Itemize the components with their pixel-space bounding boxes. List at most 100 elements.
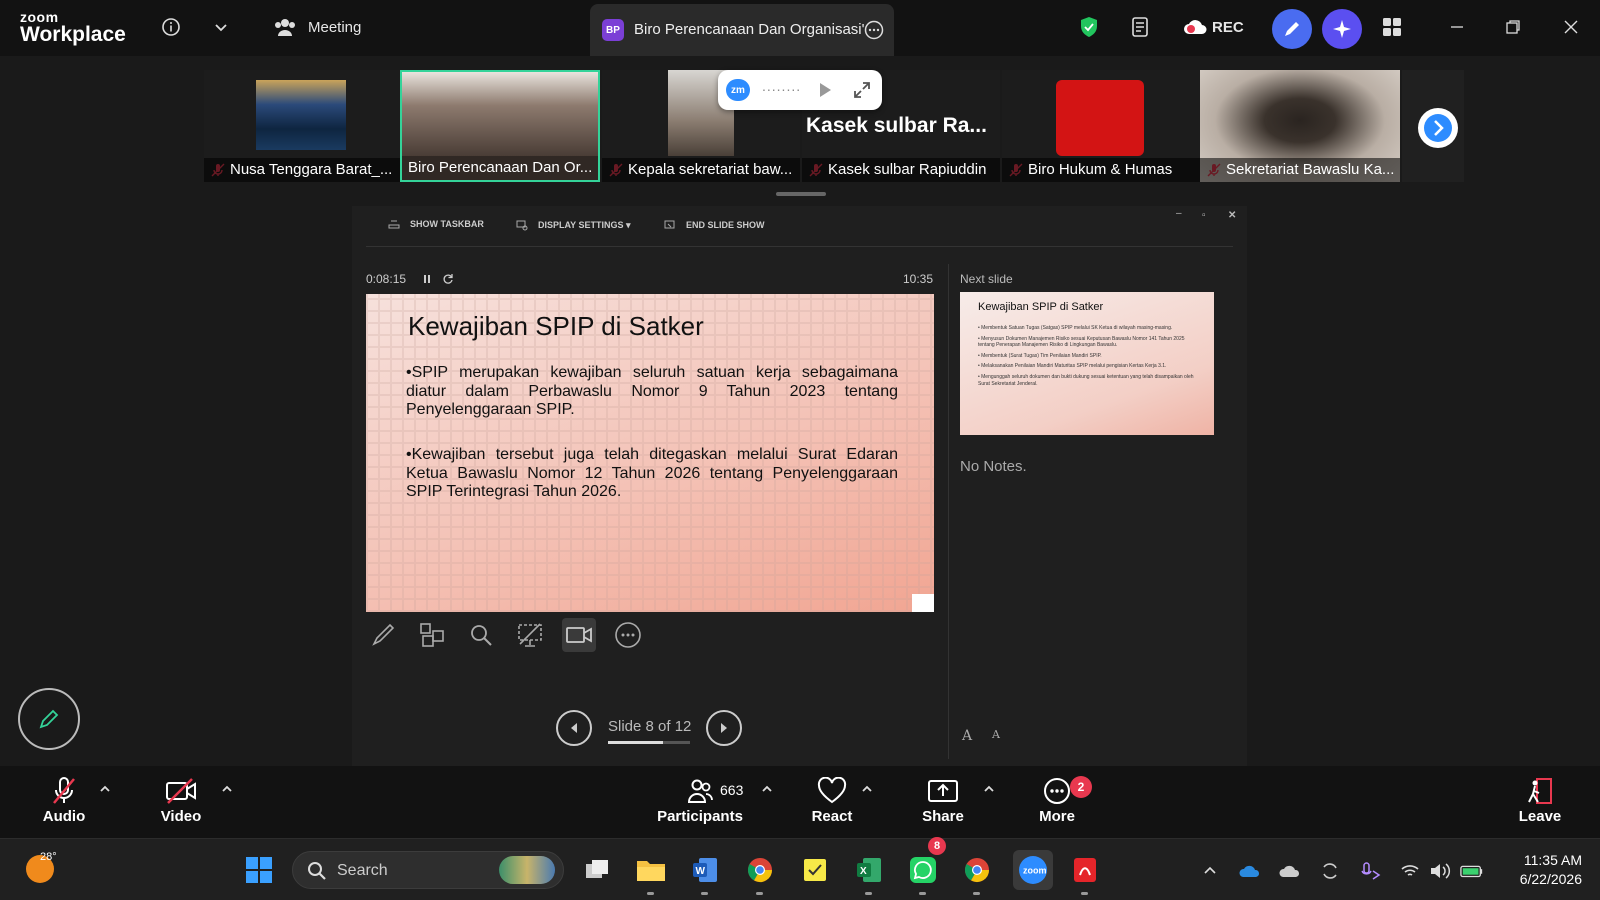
- share-screen-icon: [903, 774, 983, 808]
- sync-icon[interactable]: [1318, 859, 1342, 883]
- meeting-tab-label[interactable]: Meeting: [308, 19, 361, 36]
- chevron-down-icon[interactable]: [208, 14, 234, 40]
- pdf-reader-icon[interactable]: [1068, 853, 1102, 895]
- pause-icon[interactable]: [422, 274, 432, 284]
- rec-label[interactable]: REC: [1212, 19, 1244, 36]
- share-button[interactable]: Share: [903, 774, 983, 825]
- react-options-caret-icon[interactable]: [860, 782, 874, 796]
- zoom-magnifier-icon[interactable]: [464, 618, 498, 652]
- sticky-notes-icon[interactable]: [798, 853, 832, 887]
- participant-tile[interactable]: Sekretariat Bawaslu Ka...: [1200, 70, 1400, 182]
- participants-label: Participants: [657, 808, 743, 825]
- apps-grid-icon[interactable]: [1379, 14, 1405, 40]
- shared-screen-presenter-view: SHOW TASKBAR DISPLAY SETTINGS ▾ END SLID…: [352, 206, 1247, 766]
- notes-icon[interactable]: [1128, 14, 1154, 40]
- chrome-icon[interactable]: [743, 853, 777, 895]
- expand-icon[interactable]: [852, 80, 872, 100]
- participant-name: Biro Hukum & Humas: [1002, 158, 1200, 182]
- mic-in-use-icon[interactable]: [1358, 859, 1382, 883]
- participant-tile-active[interactable]: Biro Perencanaan Dan Or...: [400, 70, 600, 182]
- presenter-minimize-icon[interactable]: –: [1176, 208, 1182, 219]
- cloud-record-icon[interactable]: [1180, 14, 1210, 40]
- more-options-icon[interactable]: [611, 618, 645, 652]
- whatsapp-icon[interactable]: [906, 853, 940, 895]
- taskbar-search[interactable]: Search: [292, 851, 564, 889]
- video-options-caret-icon[interactable]: [220, 782, 234, 796]
- video-button[interactable]: Video: [141, 774, 221, 825]
- minimize-icon[interactable]: [1444, 14, 1470, 40]
- share-options-caret-icon[interactable]: [982, 782, 996, 796]
- play-icon[interactable]: [818, 82, 832, 98]
- decrease-font-button[interactable]: A: [992, 728, 1000, 741]
- presenter-close-icon[interactable]: ✕: [1228, 210, 1236, 221]
- filmstrip-next-button[interactable]: [1418, 108, 1458, 148]
- task-view-icon[interactable]: [580, 853, 614, 887]
- next-slide-title: Kewajiban SPIP di Satker: [978, 301, 1104, 313]
- increase-font-button[interactable]: A: [962, 728, 972, 744]
- close-icon[interactable]: [1558, 14, 1584, 40]
- word-icon[interactable]: W: [688, 853, 722, 895]
- shield-icon[interactable]: [1076, 14, 1102, 40]
- presenter-toolbar-divider: [366, 246, 1233, 247]
- participant-name: Sekretariat Bawaslu Ka...: [1200, 158, 1400, 182]
- filmstrip-resize-handle[interactable]: [776, 192, 826, 196]
- ai-companion-button[interactable]: [1322, 9, 1362, 49]
- speaker-notes: No Notes.: [960, 458, 1027, 475]
- battery-icon[interactable]: [1460, 859, 1484, 883]
- info-icon[interactable]: [158, 14, 184, 40]
- current-slide[interactable]: Kewajiban SPIP di Satker •SPIP merupakan…: [366, 294, 934, 612]
- svg-text:zoom: zoom: [1023, 866, 1047, 876]
- audio-options-caret-icon[interactable]: [98, 782, 112, 796]
- search-highlight-image: [499, 856, 555, 884]
- pencil-icon: [39, 709, 59, 729]
- sparkle-icon: [1333, 20, 1351, 38]
- presenter-tool-row: [366, 618, 645, 652]
- pen-tool-icon[interactable]: [366, 618, 400, 652]
- volume-icon[interactable]: [1428, 859, 1452, 883]
- zoom-app-icon[interactable]: zoom: [1013, 850, 1053, 890]
- meeting-people-icon[interactable]: [272, 14, 298, 40]
- show-hidden-icons-icon[interactable]: [1198, 859, 1222, 883]
- windows-start-icon[interactable]: [242, 853, 276, 887]
- system-clock[interactable]: 11:35 AM 6/22/2026: [1500, 851, 1582, 889]
- end-show-icon: [664, 220, 675, 229]
- chevron-right-icon: [721, 723, 727, 733]
- chrome-profile-icon[interactable]: [960, 853, 994, 895]
- leave-button[interactable]: Leave: [1500, 774, 1580, 825]
- audio-button[interactable]: Audio: [24, 774, 104, 825]
- restore-icon[interactable]: [1500, 14, 1526, 40]
- next-slide-button[interactable]: [706, 710, 742, 746]
- excel-icon[interactable]: X: [852, 853, 886, 895]
- share-label: Share: [922, 808, 964, 825]
- more-options-icon[interactable]: [864, 20, 884, 45]
- wifi-icon[interactable]: [1398, 859, 1422, 883]
- end-slide-show-button[interactable]: END SLIDE SHOW: [664, 219, 765, 231]
- see-all-slides-icon[interactable]: [415, 618, 449, 652]
- previous-slide-button[interactable]: [556, 710, 592, 746]
- show-taskbar-button[interactable]: SHOW TASKBAR: [388, 219, 484, 229]
- next-slide-item: • Mengunggah seluruh dokumen dan bukti d…: [978, 373, 1194, 387]
- file-explorer-icon[interactable]: [634, 853, 668, 895]
- cloud-sync-icon[interactable]: [1278, 859, 1302, 883]
- camera-toggle-icon[interactable]: [562, 618, 596, 652]
- audio-label: Audio: [42, 808, 86, 825]
- annotation-pen-button[interactable]: [18, 688, 80, 750]
- next-slide-preview[interactable]: Kewajiban SPIP di Satker • Membentuk Sat…: [960, 292, 1214, 435]
- next-slide-list: • Membentuk Satuan Tugas (Satgas) SPIP m…: [978, 325, 1200, 391]
- slide-counter[interactable]: Slide 8 of 12: [608, 718, 691, 735]
- presenter-restore-icon[interactable]: ▫: [1202, 210, 1206, 221]
- participants-options-caret-icon[interactable]: [760, 782, 774, 796]
- filmstrip-next-area: [1402, 70, 1464, 182]
- display-settings-button[interactable]: DISPLAY SETTINGS ▾: [516, 219, 631, 231]
- onedrive-icon[interactable]: [1238, 859, 1262, 883]
- annotate-button[interactable]: [1272, 9, 1312, 49]
- reset-timer-icon[interactable]: [442, 273, 454, 285]
- participant-tile[interactable]: Nusa Tenggara Barat_...: [204, 70, 402, 182]
- active-share-tab[interactable]: BP Biro Perencanaan Dan Organisasi': [590, 4, 894, 56]
- floating-video-popup[interactable]: zm ........: [718, 70, 882, 110]
- slide-progress-bar: [608, 741, 690, 744]
- weather-temperature: 28°: [40, 851, 57, 863]
- black-screen-icon[interactable]: [513, 618, 547, 652]
- participant-tile[interactable]: Biro Hukum & Humas: [1002, 70, 1200, 182]
- search-icon: [308, 862, 326, 880]
